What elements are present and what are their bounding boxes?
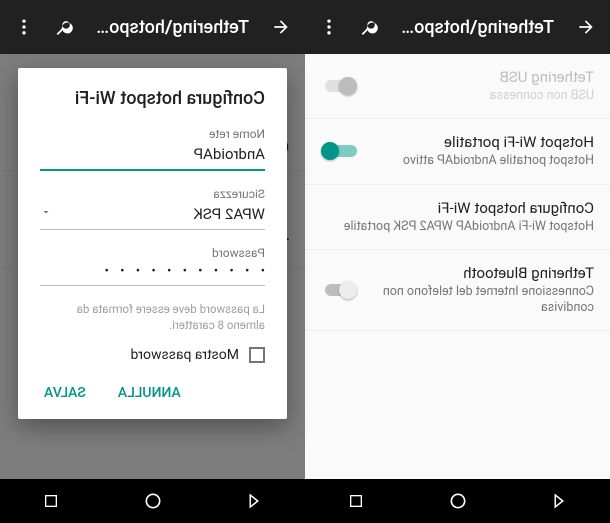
setting-usb-tethering[interactable]: Tethering USB USB non connessa bbox=[305, 54, 610, 119]
setting-subtitle: Hotspot Wi-Fi AndroidAP WPA2 PSK portati… bbox=[321, 219, 594, 235]
more-vert-icon[interactable] bbox=[317, 15, 341, 39]
nav-back-icon[interactable] bbox=[243, 490, 265, 512]
setting-title: Configura hotspot Wi-Fi bbox=[321, 199, 594, 217]
save-button[interactable]: SALVA bbox=[40, 377, 90, 409]
search-icon[interactable] bbox=[52, 15, 76, 39]
settings-list: Tethering USB USB non connessa Hotspot W… bbox=[305, 54, 610, 479]
nav-bar bbox=[305, 479, 610, 523]
security-dropdown[interactable]: Sicurezza WPA2 PSK bbox=[40, 187, 265, 230]
nav-home-icon[interactable] bbox=[447, 490, 469, 512]
app-bar: Tethering\hotspot p... bbox=[305, 0, 610, 54]
screen-dialog: Tethering\hotspot p... C T Configura hot… bbox=[0, 0, 305, 523]
dialog-title: Configura hotspot Wi-Fi bbox=[40, 88, 265, 109]
chevron-down-icon bbox=[40, 203, 52, 222]
nav-recent-icon[interactable] bbox=[40, 490, 62, 512]
setting-subtitle: Hotspot portatile AndroidAP attivo bbox=[357, 153, 594, 169]
app-bar: Tethering\hotspot p... bbox=[0, 0, 305, 54]
checkbox-icon[interactable] bbox=[249, 347, 265, 363]
network-name-field[interactable]: Nome rete AndroidAP bbox=[40, 127, 265, 171]
dialog-actions: ANNULLA SALVA bbox=[40, 377, 265, 409]
search-icon[interactable] bbox=[357, 15, 381, 39]
show-password-row[interactable]: Mostra password bbox=[40, 347, 265, 363]
field-value[interactable]: AndroidAP bbox=[40, 145, 265, 171]
setting-wifi-hotspot[interactable]: Hotspot Wi-Fi portatile Hotspot portatil… bbox=[305, 119, 610, 184]
show-password-label: Mostra password bbox=[130, 347, 239, 363]
setting-title: Tethering Bluetooth bbox=[357, 264, 594, 282]
field-label: Nome rete bbox=[40, 127, 265, 141]
toggle-switch[interactable] bbox=[321, 141, 357, 161]
back-arrow-icon[interactable] bbox=[269, 15, 293, 39]
nav-home-icon[interactable] bbox=[142, 490, 164, 512]
toggle-switch bbox=[321, 76, 357, 96]
configure-hotspot-dialog: Configura hotspot Wi-Fi Nome rete Androi… bbox=[18, 68, 287, 419]
cancel-button[interactable]: ANNULLA bbox=[114, 377, 185, 409]
screen-settings: Tethering\hotspot p... Tethering USB USB… bbox=[305, 0, 610, 523]
setting-configure-hotspot[interactable]: Configura hotspot Wi-Fi Hotspot Wi-Fi An… bbox=[305, 185, 610, 250]
password-hint: La password deve essere formata da almen… bbox=[40, 302, 265, 333]
password-field[interactable]: Password • • • • • • • • • • • bbox=[40, 246, 265, 286]
field-value: WPA2 PSK bbox=[40, 205, 265, 230]
nav-bar bbox=[0, 479, 305, 523]
setting-bluetooth-tethering[interactable]: Tethering Bluetooth Connessione Internet… bbox=[305, 250, 610, 332]
back-arrow-icon[interactable] bbox=[574, 15, 598, 39]
more-vert-icon[interactable] bbox=[12, 15, 36, 39]
nav-back-icon[interactable] bbox=[548, 490, 570, 512]
appbar-title: Tethering\hotspot p... bbox=[92, 17, 249, 38]
field-value[interactable]: • • • • • • • • • • • bbox=[40, 264, 265, 286]
setting-title: Hotspot Wi-Fi portatile bbox=[357, 133, 594, 151]
setting-title: Tethering USB bbox=[357, 68, 594, 86]
field-label: Sicurezza bbox=[40, 187, 265, 201]
field-label: Password bbox=[40, 246, 265, 260]
nav-recent-icon[interactable] bbox=[345, 490, 367, 512]
appbar-title: Tethering\hotspot p... bbox=[397, 17, 554, 38]
toggle-switch[interactable] bbox=[321, 280, 357, 300]
setting-subtitle: Connessione Internet del telefono non co… bbox=[357, 284, 594, 317]
setting-subtitle: USB non connessa bbox=[357, 88, 594, 104]
